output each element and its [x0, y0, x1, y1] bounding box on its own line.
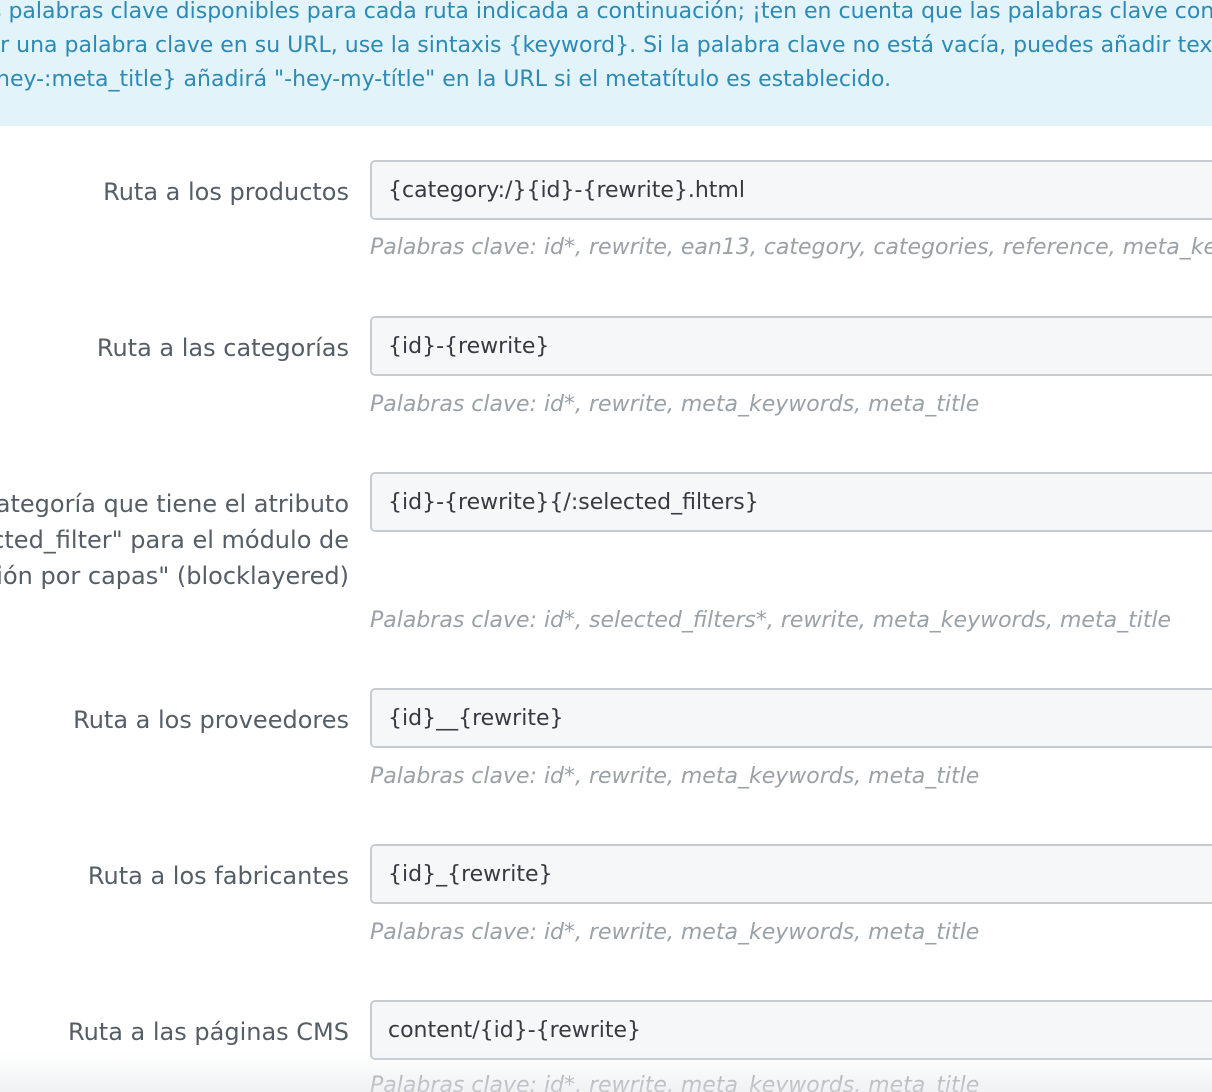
route-label-layered-line: ategoría que tiene el atributo [0, 490, 349, 518]
route-cms-help: Palabras clave: id*, rewrite, meta_keywo… [370, 1073, 980, 1092]
route-categories-input[interactable] [370, 316, 1212, 376]
info-alert-line: s palabras clave disponibles para cada r… [0, 0, 1212, 24]
route-layered-input[interactable] [370, 472, 1212, 532]
route-suppliers-input[interactable] [370, 688, 1212, 748]
route-label-suppliers: Ruta a los proveedores [73, 706, 349, 734]
info-alert: s palabras clave disponibles para cada r… [0, 0, 1212, 126]
route-products-help: Palabras clave: id*, rewrite, ean13, cat… [370, 235, 1212, 260]
route-layered-help: Palabras clave: id*, selected_filters*, … [370, 608, 1172, 633]
route-label-products: Ruta a los productos [103, 178, 349, 206]
route-label-manufacturers: Ruta a los fabricantes [87, 862, 349, 890]
route-cms-input[interactable] [370, 1000, 1212, 1060]
route-manufacturers-input[interactable] [370, 844, 1212, 904]
route-categories-help: Palabras clave: id*, rewrite, meta_keywo… [370, 392, 980, 417]
info-alert-line: ir una palabra clave en su URL, use la s… [0, 33, 1212, 58]
route-suppliers-help: Palabras clave: id*, rewrite, meta_keywo… [370, 764, 980, 789]
route-label-categories: Ruta a las categorías [96, 334, 349, 362]
info-alert-line: hey-:meta_title} añadirá "-hey-my-títle"… [0, 67, 892, 92]
route-label-cms: Ruta a las páginas CMS [68, 1018, 349, 1046]
route-products-input[interactable] [370, 160, 1212, 220]
route-label-layered-line: ión por capas" (blocklayered) [0, 562, 349, 590]
route-manufacturers-help: Palabras clave: id*, rewrite, meta_keywo… [370, 920, 980, 945]
seo-urls-routes-panel: s palabras clave disponibles para cada r… [0, 0, 1212, 1092]
route-label-layered-line: cted_filter" para el módulo de [0, 526, 349, 554]
